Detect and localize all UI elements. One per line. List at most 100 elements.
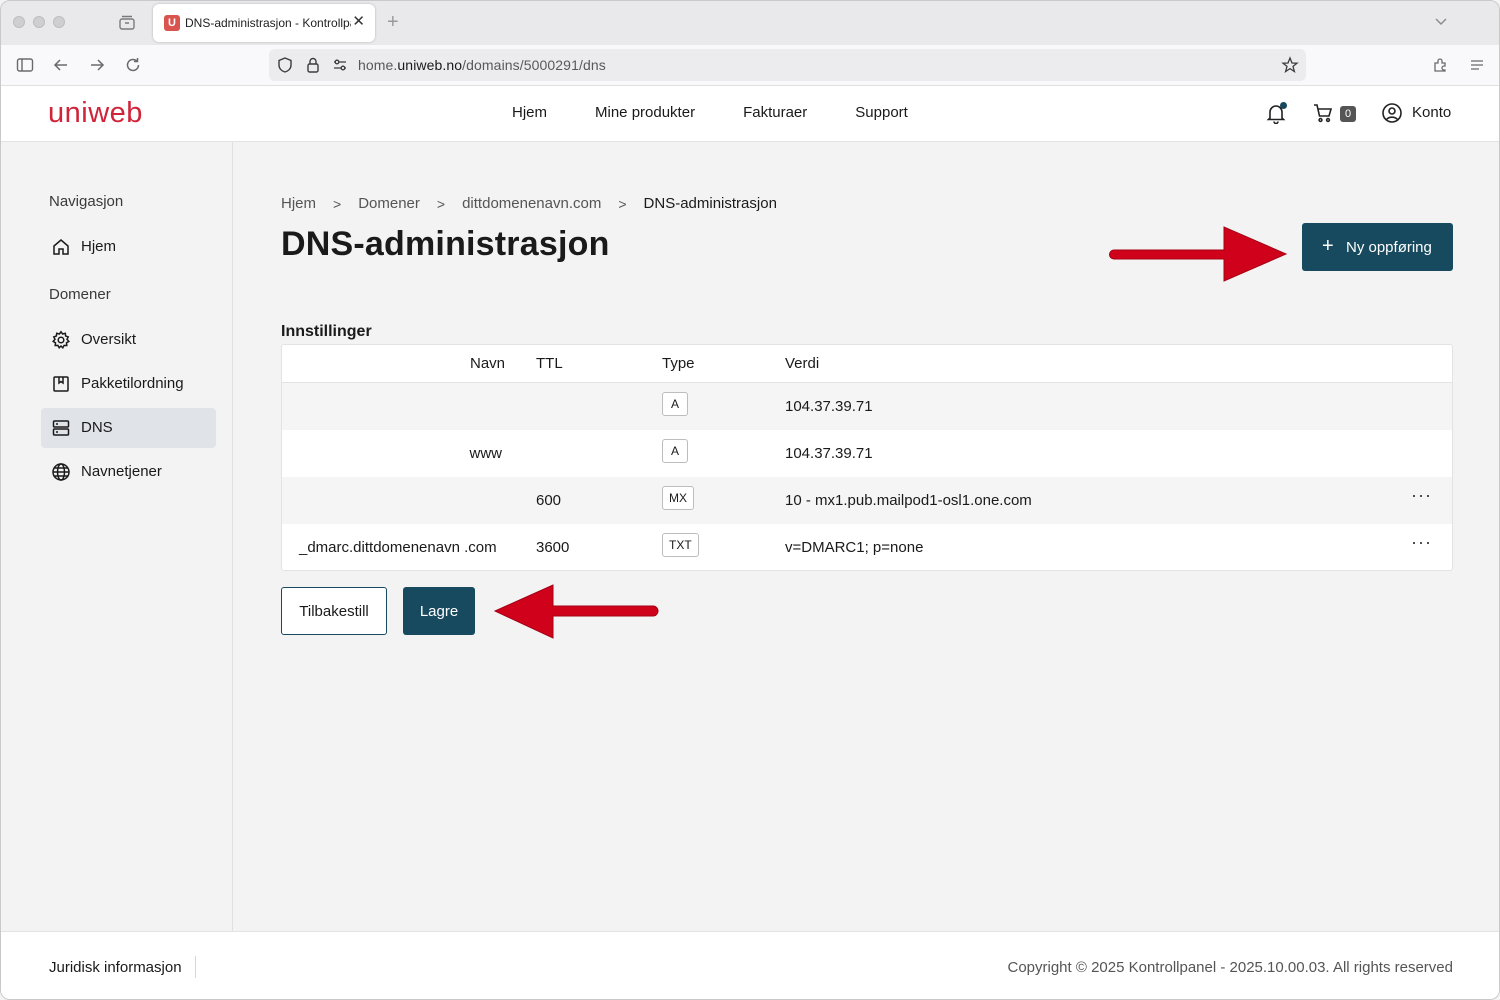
legal-info-link[interactable]: Juridisk informasjon bbox=[49, 959, 182, 976]
plus-icon: + bbox=[1322, 235, 1334, 257]
page-title: DNS-administrasjon bbox=[281, 225, 610, 263]
url-prefix: home. bbox=[358, 57, 398, 73]
more-options-icon[interactable]: ··· bbox=[1411, 485, 1432, 506]
url-text[interactable]: home.uniweb.no/domains/5000291/dns bbox=[358, 57, 606, 73]
dns-records-table: Navn TTL Type Verdi A 104.37.39.71 www A… bbox=[281, 344, 1453, 571]
sidebar-item-label: Hjem bbox=[81, 238, 117, 255]
sidebar-item-label: DNS bbox=[81, 419, 113, 436]
copyright-text: Copyright © 2025 Kontrollpanel - 2025.10… bbox=[1007, 959, 1454, 976]
record-value: 104.37.39.71 bbox=[785, 445, 873, 462]
chevron-right-icon: > bbox=[436, 195, 446, 212]
account-link[interactable]: Konto bbox=[1412, 104, 1451, 121]
url-path: /domains/5000291/dns bbox=[462, 57, 606, 73]
new-tab-icon[interactable]: + bbox=[387, 12, 399, 32]
column-header-type: Type bbox=[662, 355, 695, 372]
site-footer: Juridisk informasjon Copyright © 2025 Ko… bbox=[1, 931, 1499, 999]
account-icon[interactable] bbox=[1381, 102, 1403, 124]
table-header: Navn TTL Type Verdi bbox=[282, 345, 1452, 383]
record-name: _dmarc.dittdomenenavn .com bbox=[299, 539, 497, 556]
chevron-right-icon: > bbox=[333, 195, 342, 212]
address-bar[interactable]: home.uniweb.no/domains/5000291/dns bbox=[269, 49, 1306, 81]
sidebar-item-overview[interactable]: Oversikt bbox=[41, 320, 216, 360]
more-options-icon[interactable]: ··· bbox=[1411, 532, 1432, 553]
nav-link-invoices[interactable]: Fakturaer bbox=[743, 104, 807, 121]
new-record-button[interactable]: + Ny oppføring bbox=[1302, 223, 1453, 271]
url-domain: uniweb.no bbox=[397, 57, 463, 73]
new-record-label: Ny oppføring bbox=[1346, 239, 1432, 256]
sidebar-heading-navigation: Navigasjon bbox=[49, 193, 124, 210]
record-ttl: 600 bbox=[536, 492, 562, 509]
column-header-ttl: TTL bbox=[536, 355, 563, 372]
record-value: 10 - mx1.pub.mailpod1-osl1.one.com bbox=[785, 492, 1032, 509]
chevron-right-icon: > bbox=[618, 195, 627, 212]
browser-window: U DNS-administrasjon - Kontrollpanel ✕ + bbox=[0, 0, 1500, 1000]
annotation-arrow-right-icon bbox=[1109, 226, 1288, 282]
tab-list-icon[interactable] bbox=[117, 13, 137, 33]
tab-close-icon[interactable]: ✕ bbox=[352, 14, 365, 30]
lock-icon[interactable] bbox=[304, 56, 322, 74]
chevron-down-icon[interactable] bbox=[1433, 13, 1449, 34]
nav-link-support[interactable]: Support bbox=[855, 104, 908, 121]
browser-tab-active[interactable]: U DNS-administrasjon - Kontrollpanel ✕ bbox=[153, 4, 375, 42]
site-settings-icon[interactable] bbox=[331, 56, 349, 74]
record-name: www bbox=[469, 445, 503, 462]
footer-divider bbox=[195, 956, 196, 978]
forward-arrow-icon[interactable] bbox=[87, 55, 107, 75]
sidebar: Navigasjon Hjem Domener Oversikt Pakketi… bbox=[1, 142, 233, 931]
uniweb-logo[interactable]: uniweb bbox=[48, 97, 143, 130]
shield-icon[interactable] bbox=[276, 56, 294, 74]
sidebar-item-package-assignment[interactable]: Pakketilordning bbox=[41, 364, 216, 404]
main-content: Hjem > Domener > dittdomenenavn.com > DN… bbox=[233, 142, 1499, 931]
globe-icon bbox=[51, 462, 71, 482]
gear-icon bbox=[51, 330, 71, 350]
breadcrumb-home[interactable]: Hjem bbox=[281, 195, 316, 212]
window-zoom-dot[interactable] bbox=[53, 16, 65, 28]
sidebar-item-home[interactable]: Hjem bbox=[41, 227, 216, 267]
sidebar-item-nameservers[interactable]: Navnetjener bbox=[41, 452, 216, 492]
save-button[interactable]: Lagre bbox=[403, 587, 475, 635]
uniweb-favicon-icon: U bbox=[164, 15, 180, 31]
breadcrumb: Hjem > Domener > dittdomenenavn.com > DN… bbox=[281, 195, 777, 212]
tab-title: DNS-administrasjon - Kontrollpanel bbox=[185, 16, 351, 30]
extensions-icon[interactable] bbox=[1431, 55, 1451, 75]
record-type-badge: A bbox=[662, 439, 688, 463]
reload-icon[interactable] bbox=[123, 55, 143, 75]
table-row[interactable]: 600 MX 10 - mx1.pub.mailpod1-osl1.one.co… bbox=[282, 477, 1452, 524]
notification-dot bbox=[1280, 102, 1287, 109]
window-close-dot[interactable] bbox=[13, 16, 25, 28]
reset-button[interactable]: Tilbakestill bbox=[281, 587, 387, 635]
shopping-cart-icon[interactable] bbox=[1312, 102, 1334, 124]
sidebar-item-dns[interactable]: DNS bbox=[41, 408, 216, 448]
sidebar-item-label: Pakketilordning bbox=[81, 375, 184, 392]
sidebar-item-label: Oversikt bbox=[81, 331, 137, 348]
site-header: uniweb Hjem Mine produkter Fakturaer Sup… bbox=[1, 86, 1499, 142]
browser-tab-bar: U DNS-administrasjon - Kontrollpanel ✕ + bbox=[1, 1, 1499, 45]
menu-icon[interactable] bbox=[1467, 55, 1487, 75]
sidebar-toggle-icon[interactable] bbox=[15, 55, 35, 75]
server-icon bbox=[51, 418, 71, 438]
record-ttl: 3600 bbox=[536, 539, 570, 556]
table-row[interactable]: www A 104.37.39.71 bbox=[282, 430, 1452, 477]
breadcrumb-current: DNS-administrasjon bbox=[643, 195, 777, 212]
record-type-badge: TXT bbox=[662, 533, 699, 557]
main-nav: Hjem Mine produkter Fakturaer Support bbox=[512, 104, 956, 121]
record-value: 104.37.39.71 bbox=[785, 398, 873, 415]
table-row[interactable]: A 104.37.39.71 bbox=[282, 383, 1452, 430]
home-icon bbox=[51, 237, 71, 257]
nav-link-products[interactable]: Mine produkter bbox=[595, 104, 695, 121]
breadcrumb-domains[interactable]: Domener bbox=[358, 195, 420, 212]
table-row[interactable]: _dmarc.dittdomenenavn .com 3600 TXT v=DM… bbox=[282, 524, 1452, 570]
record-type-badge: MX bbox=[662, 486, 694, 510]
package-icon bbox=[51, 374, 71, 394]
breadcrumb-domain[interactable]: dittdomenenavn.com bbox=[462, 195, 601, 212]
bookmark-star-icon[interactable] bbox=[1281, 56, 1299, 74]
browser-nav-bar: home.uniweb.no/domains/5000291/dns bbox=[1, 45, 1499, 86]
section-title-settings: Innstillinger bbox=[281, 323, 372, 340]
window-minimize-dot[interactable] bbox=[33, 16, 45, 28]
column-header-value: Verdi bbox=[785, 355, 820, 372]
record-type-badge: A bbox=[662, 392, 688, 416]
back-arrow-icon[interactable] bbox=[51, 55, 71, 75]
nav-link-home[interactable]: Hjem bbox=[512, 104, 547, 121]
sidebar-heading-domains: Domener bbox=[49, 286, 111, 303]
cart-count-badge: 0 bbox=[1340, 106, 1356, 122]
